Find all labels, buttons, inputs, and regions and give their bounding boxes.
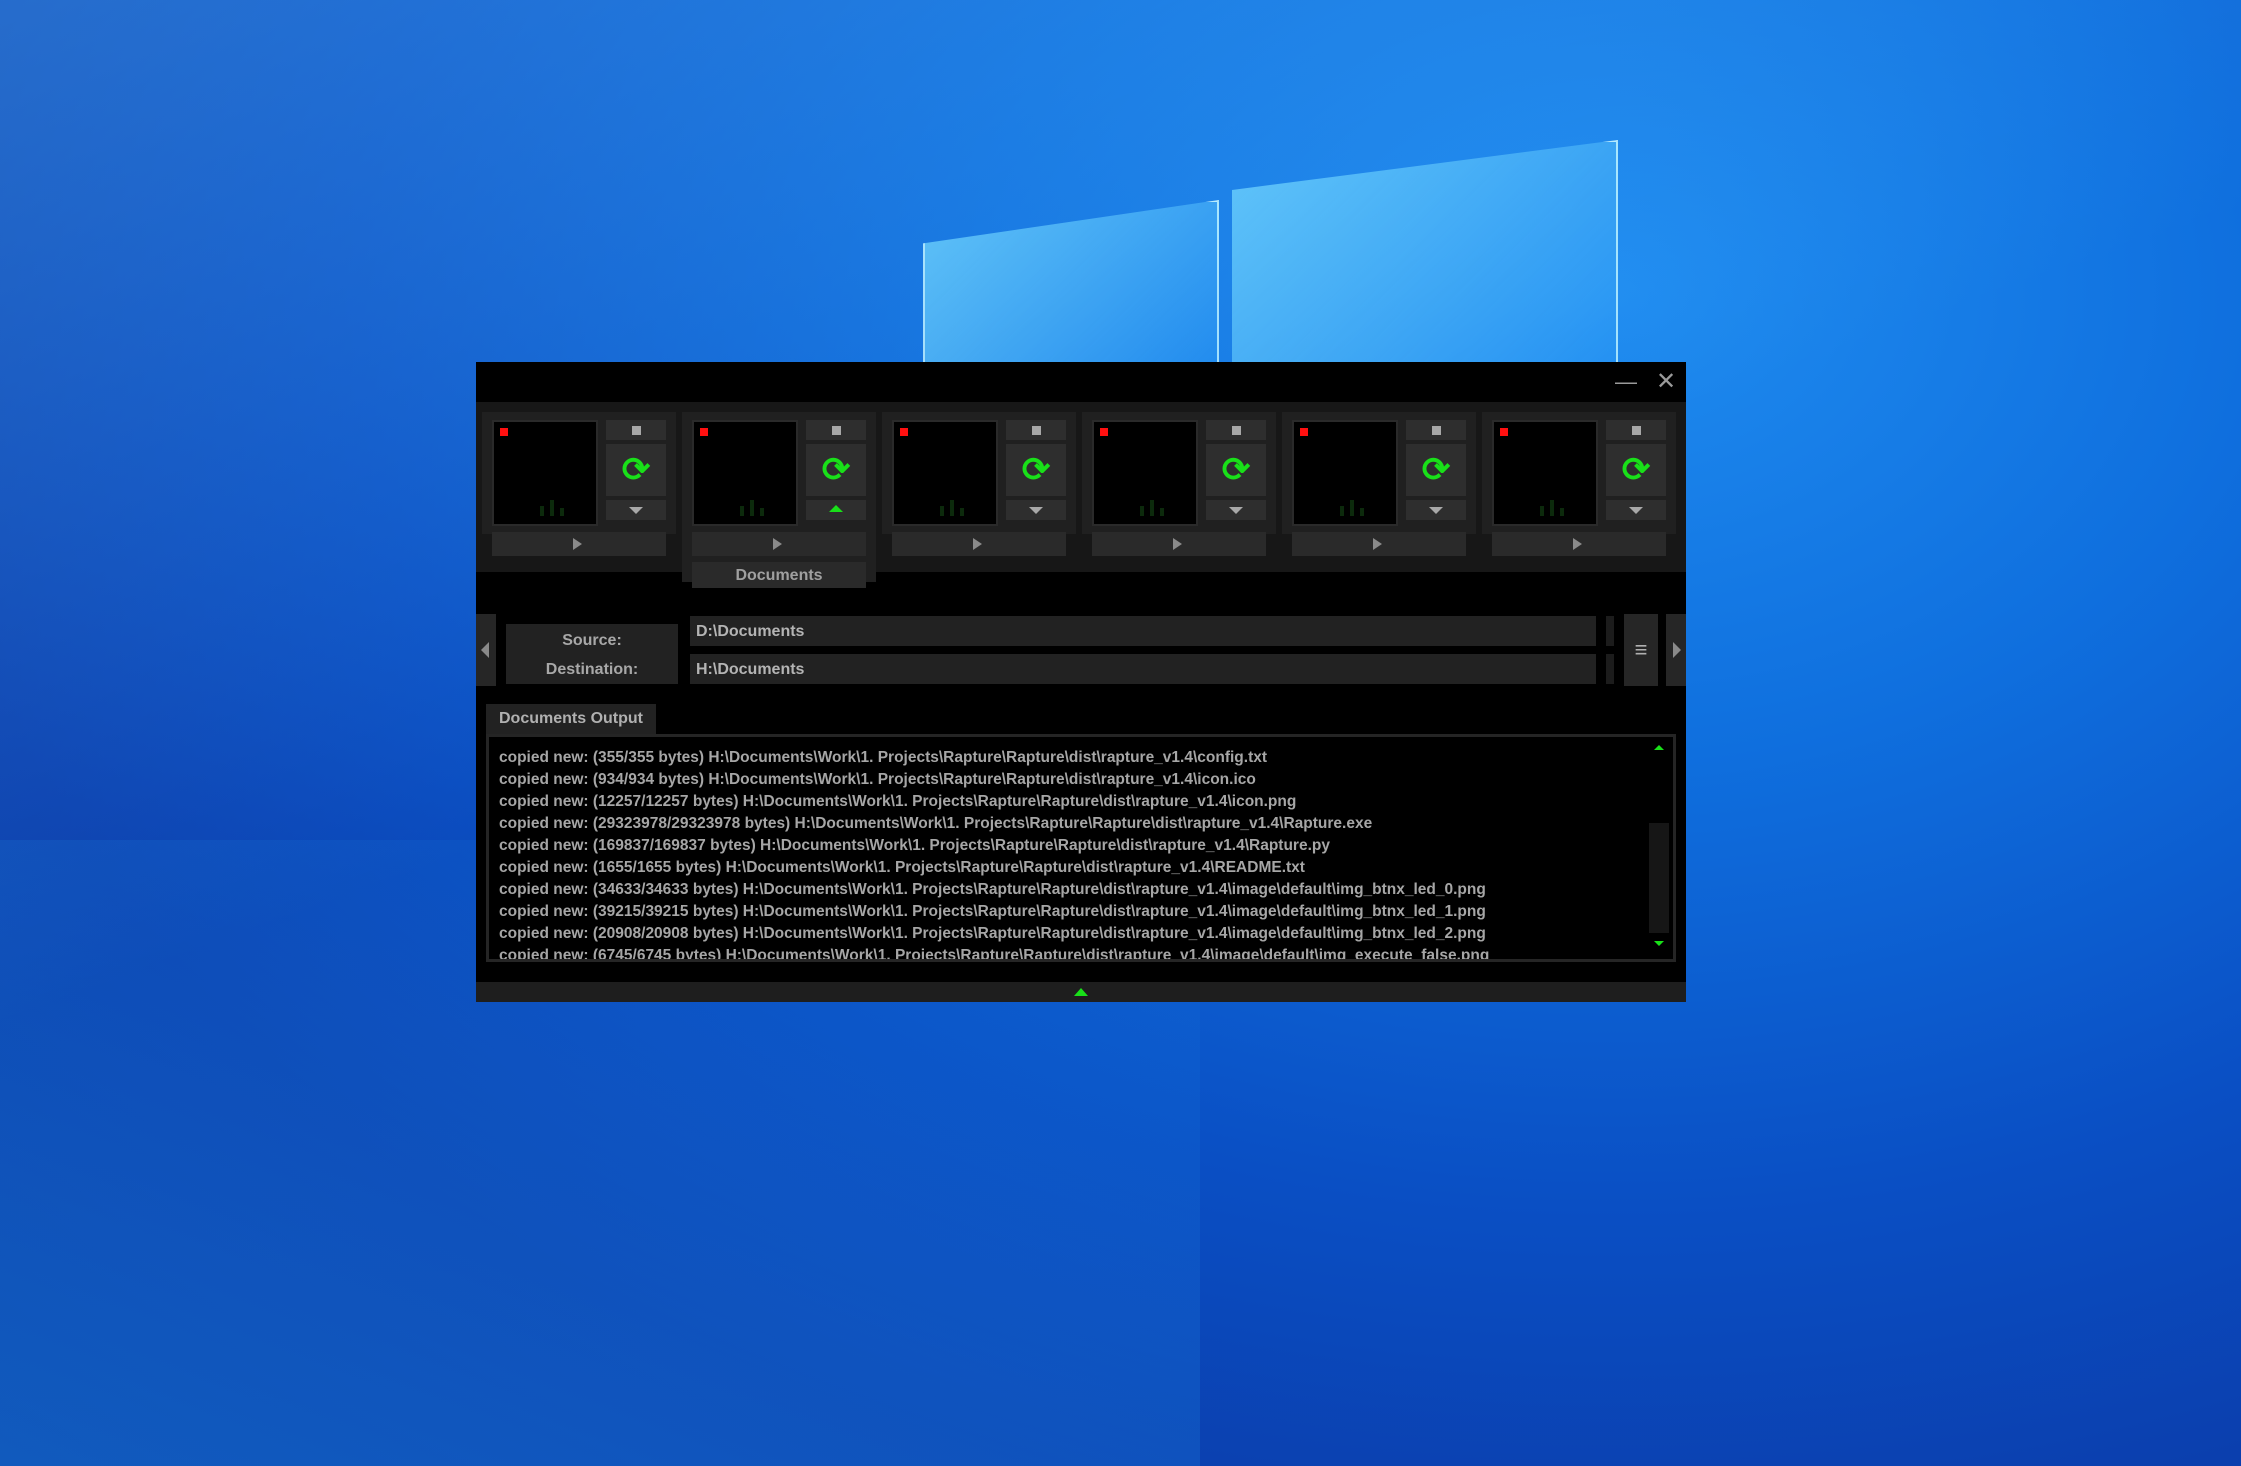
collapse-up-icon[interactable] [1074, 988, 1088, 996]
log-line: copied new: (20908/20908 bytes) H:\Docum… [499, 925, 1486, 942]
scroll-down-icon[interactable] [1654, 941, 1664, 946]
sync-slot: ⟳ [1082, 412, 1276, 576]
slot-name-label: Documents [692, 562, 866, 588]
expand-button[interactable] [1406, 500, 1466, 520]
app-window: — ✕ ⟳ ⟳ Documents ⟳ ⟳ ⟳ ⟳ Source: D:\Doc… [476, 362, 1686, 1002]
status-led-icon [1500, 428, 1508, 436]
output-tab[interactable]: Documents Output [486, 704, 656, 734]
log-line: copied new: (934/934 bytes) H:\Documents… [499, 771, 1256, 788]
sync-slot: ⟳ [1482, 412, 1676, 576]
chevron-down-icon [1629, 507, 1643, 514]
collapse-bar[interactable] [476, 982, 1686, 1002]
sync-icon[interactable]: ⟳ [1606, 444, 1666, 496]
status-led-icon [900, 428, 908, 436]
output-log: copied new: (355/355 bytes) H:\Documents… [486, 734, 1676, 962]
sync-icon[interactable]: ⟳ [1206, 444, 1266, 496]
chevron-down-icon [629, 507, 643, 514]
status-led-icon [700, 428, 708, 436]
stop-button[interactable] [1006, 420, 1066, 440]
expand-button[interactable] [1606, 500, 1666, 520]
play-button[interactable] [692, 532, 866, 556]
slot-preview [492, 420, 598, 526]
scroll-thumb[interactable] [1649, 823, 1669, 933]
expand-button[interactable] [1206, 500, 1266, 520]
log-line: copied new: (12257/12257 bytes) H:\Docum… [499, 793, 1297, 810]
play-button[interactable] [1292, 532, 1466, 556]
sync-icon[interactable]: ⟳ [606, 444, 666, 496]
slot-preview [1292, 420, 1398, 526]
stop-button[interactable] [1606, 420, 1666, 440]
chevron-down-icon [1229, 507, 1243, 514]
activity-bars [1540, 496, 1580, 516]
destination-divider [1606, 654, 1614, 684]
path-panel: Source: D:\Documents Destination: H:\Doc… [476, 614, 1686, 686]
log-line: copied new: (34633/34633 bytes) H:\Docum… [499, 881, 1486, 898]
sync-slot: ⟳ [1282, 412, 1476, 576]
slot-preview [692, 420, 798, 526]
status-led-icon [1100, 428, 1108, 436]
chevron-down-icon [1429, 507, 1443, 514]
stop-button[interactable] [1206, 420, 1266, 440]
activity-bars [1340, 496, 1380, 516]
activity-bars [740, 496, 780, 516]
sync-icon[interactable]: ⟳ [806, 444, 866, 496]
activity-bars [1140, 496, 1180, 516]
title-bar[interactable]: — ✕ [476, 362, 1686, 402]
log-line: copied new: (355/355 bytes) H:\Documents… [499, 749, 1268, 766]
log-line: copied new: (169837/169837 bytes) H:\Doc… [499, 837, 1330, 854]
expand-button[interactable] [1006, 500, 1066, 520]
stop-button[interactable] [1406, 420, 1466, 440]
slot-preview [1092, 420, 1198, 526]
log-line: copied new: (39215/39215 bytes) H:\Docum… [499, 903, 1486, 920]
expand-button[interactable] [606, 500, 666, 520]
play-button[interactable] [1492, 532, 1666, 556]
chevron-up-icon [829, 505, 843, 512]
source-label: Source: [506, 624, 678, 654]
sync-slot: ⟳ [882, 412, 1076, 576]
activity-bars [940, 496, 980, 516]
output-lines: copied new: (355/355 bytes) H:\Documents… [499, 747, 1643, 962]
source-divider [1606, 616, 1614, 646]
destination-path-field[interactable]: H:\Documents [690, 654, 1596, 684]
sync-slots-panel: ⟳ ⟳ Documents ⟳ ⟳ ⟳ ⟳ [476, 402, 1686, 588]
activity-bars [540, 496, 580, 516]
sync-icon[interactable]: ⟳ [1406, 444, 1466, 496]
sync-slot: ⟳ [482, 412, 676, 576]
scroll-up-icon[interactable] [1654, 745, 1664, 750]
log-line: copied new: (29323978/29323978 bytes) H:… [499, 815, 1373, 832]
play-button[interactable] [892, 532, 1066, 556]
log-line: copied new: (1655/1655 bytes) H:\Documen… [499, 859, 1305, 876]
next-page-button[interactable] [1666, 614, 1686, 686]
slot-preview [892, 420, 998, 526]
output-scrollbar[interactable] [1649, 741, 1669, 955]
status-led-icon [1300, 428, 1308, 436]
log-line: copied new: (6745/6745 bytes) H:\Documen… [499, 947, 1490, 962]
previous-page-button[interactable] [476, 614, 496, 686]
minimize-button[interactable]: — [1606, 366, 1646, 398]
collapse-button[interactable] [806, 500, 866, 520]
menu-icon[interactable]: ≡ [1624, 614, 1658, 686]
play-button[interactable] [1092, 532, 1266, 556]
status-led-icon [500, 428, 508, 436]
chevron-down-icon [1029, 507, 1043, 514]
slot-preview [1492, 420, 1598, 526]
play-button[interactable] [492, 532, 666, 556]
sync-icon[interactable]: ⟳ [1006, 444, 1066, 496]
source-path-field[interactable]: D:\Documents [690, 616, 1596, 646]
stop-button[interactable] [606, 420, 666, 440]
close-button[interactable]: ✕ [1646, 366, 1686, 398]
sync-slot: ⟳ Documents [682, 412, 876, 588]
stop-button[interactable] [806, 420, 866, 440]
destination-label: Destination: [506, 654, 678, 684]
